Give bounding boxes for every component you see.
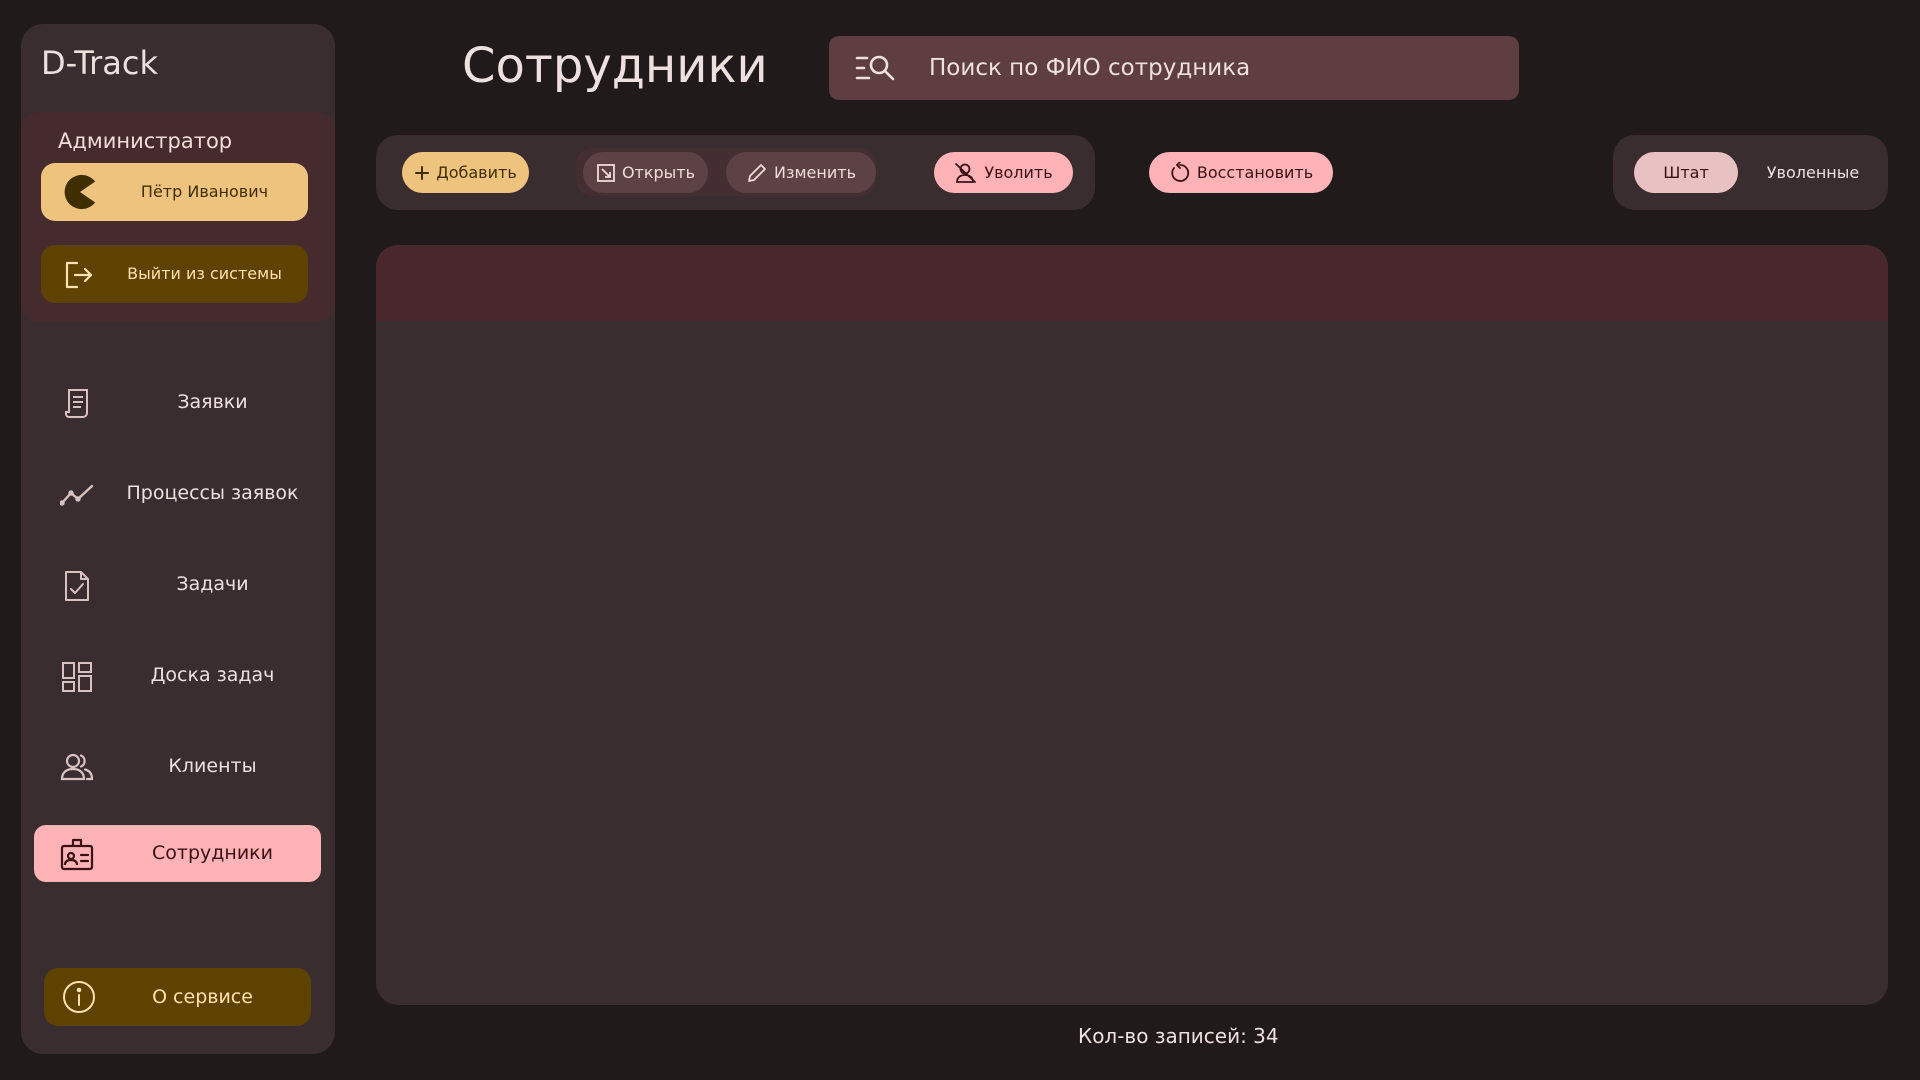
clients-icon <box>60 753 94 781</box>
add-label: Добавить <box>436 163 517 182</box>
employees-table <box>376 245 1888 1005</box>
employment-filter: Штат Уволенные <box>1613 135 1888 210</box>
search-bar <box>829 36 1519 100</box>
nav-label: Заявки <box>177 391 248 413</box>
restore-button[interactable]: Восстановить <box>1149 152 1333 193</box>
fire-button[interactable]: Уволить <box>934 152 1073 193</box>
avatar-icon <box>64 174 96 210</box>
search-input[interactable] <box>929 36 1499 100</box>
nav-label: Доска задач <box>150 664 275 686</box>
records-count: Кол-во записей: 34 <box>1078 1024 1279 1048</box>
filter-staff-tab[interactable]: Штат <box>1634 152 1738 193</box>
board-icon <box>62 662 92 692</box>
about-button[interactable]: О сервисе <box>44 968 311 1026</box>
filter-fired-tab[interactable]: Уволенные <box>1748 152 1878 193</box>
about-label: О сервисе <box>152 986 253 1008</box>
edit-button[interactable]: Изменить <box>726 152 876 193</box>
nav-label: Клиенты <box>168 755 257 777</box>
sidebar: D-Track Администратор Пётр Иванович Выйт… <box>21 24 335 1054</box>
logout-button[interactable]: Выйти из системы <box>41 245 308 303</box>
employees-icon <box>60 838 94 871</box>
remove-person-icon <box>955 162 977 183</box>
restore-icon <box>1171 161 1189 182</box>
requests-icon <box>65 389 88 418</box>
user-panel: Администратор Пётр Иванович Выйти из сис… <box>21 112 335 322</box>
add-button[interactable]: Добавить <box>402 152 529 193</box>
open-label: Открыть <box>621 163 696 182</box>
user-name: Пётр Иванович <box>140 182 269 201</box>
nav-item-employees[interactable]: Сотрудники <box>34 825 321 882</box>
open-button[interactable]: Открыть <box>583 152 708 193</box>
user-role: Администратор <box>58 129 233 153</box>
page-title: Сотрудники <box>462 38 768 94</box>
nav-label: Сотрудники <box>152 842 273 864</box>
plus-icon <box>415 165 430 180</box>
nav-item-clients[interactable]: Клиенты <box>34 738 321 795</box>
open-icon <box>597 163 615 182</box>
search-icon <box>855 55 895 81</box>
info-icon <box>63 981 95 1013</box>
tasks-icon <box>65 571 89 601</box>
restore-label: Восстановить <box>1196 163 1314 182</box>
logout-icon <box>65 261 93 289</box>
nav-label: Задачи <box>176 573 249 595</box>
app-title: D-Track <box>41 44 158 82</box>
nav-item-processes[interactable]: Процессы заявок <box>34 465 321 522</box>
nav-item-requests[interactable]: Заявки <box>34 374 321 431</box>
processes-icon <box>60 484 94 506</box>
fire-label: Уволить <box>984 163 1053 182</box>
user-profile-button[interactable]: Пётр Иванович <box>41 163 308 221</box>
nav-item-tasks[interactable]: Задачи <box>34 556 321 613</box>
logout-label: Выйти из системы <box>127 264 282 283</box>
nav-item-board[interactable]: Доска задач <box>34 647 321 704</box>
edit-label: Изменить <box>774 163 856 182</box>
pencil-icon <box>748 163 766 182</box>
nav-label: Процессы заявок <box>126 482 299 504</box>
table-header <box>376 245 1888 321</box>
